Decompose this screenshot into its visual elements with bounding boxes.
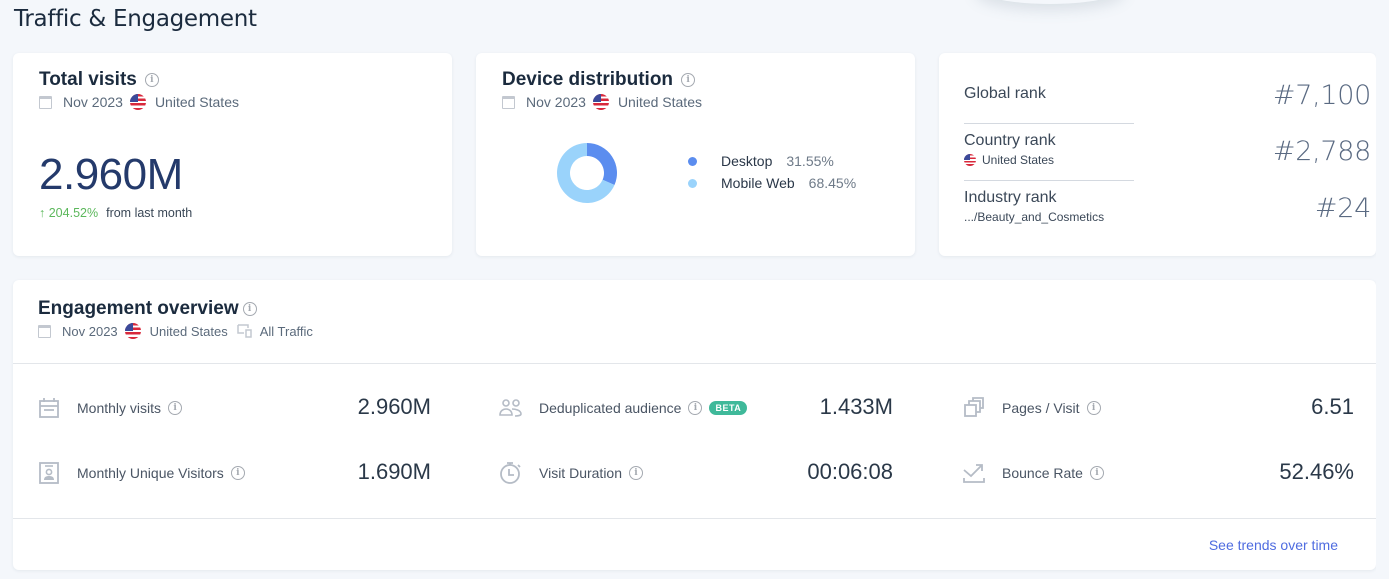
legend-label: Desktop [721,153,773,169]
date-label: Nov 2023 [62,323,118,339]
metric-label: Monthly visits [77,400,162,416]
metric-value-monthly-unique-visitors: 1.690M [357,459,431,484]
sticky-header-shadow [975,0,1125,4]
scroll-gutter [1376,0,1389,579]
metric-deduplicated-audience: Deduplicated audience i BETA [499,393,748,423]
rank-sub-label: United States [982,153,1055,167]
card-filters: Nov 2023 United States All Traffic [38,323,1351,339]
id-badge-icon [37,461,61,485]
info-icon[interactable]: i [681,73,696,87]
rank-sub-label[interactable]: .../Beauty_and_Cosmetics [964,210,1104,224]
metric-value-visit-duration: 00:06:08 [807,459,893,484]
industry-rank-row: Industry rank .../Beauty_and_Cosmetics #… [964,189,1371,224]
country-label: United States [154,94,239,110]
global-rank-value: #7,100 [1272,80,1371,111]
calendar-icon [502,95,515,109]
rank-label: Industry rank [964,189,1057,206]
total-visits-card: Total visits i Nov 2023 United States 2.… [13,53,452,256]
calendar-icon [37,396,61,420]
ranks-card: Global rank #7,100 Country rank United S… [939,53,1376,256]
country-label: United States [617,94,702,110]
legend-label: Mobile Web [721,175,795,191]
info-icon[interactable]: i [629,466,644,480]
section-title: Traffic & Engagement [14,6,257,32]
divider [13,518,1376,519]
device-legend: Desktop 31.55% Mobile Web 68.45% [688,150,856,194]
metric-label: Visit Duration [539,465,623,481]
donut-slice-desktop[interactable] [587,143,617,186]
card-title: Device distribution [502,69,674,90]
engagement-overview-card: Engagement overview i Nov 2023 United St… [13,280,1376,570]
country-rank-row: Country rank United States #2,788 [964,132,1371,167]
industry-rank-value: #24 [1314,193,1371,224]
total-visits-value: 2.960M [39,150,183,199]
beta-badge: BETA [709,401,748,415]
card-title: Total visits [39,69,137,90]
info-icon[interactable]: i [688,401,703,415]
see-trends-link[interactable]: See trends over time [1209,537,1338,553]
calendar-icon [39,95,52,109]
metric-monthly-unique-visitors: Monthly Unique Visitors i [37,458,245,488]
arrow-up-icon: ↑ [39,206,46,220]
info-icon[interactable]: i [168,401,183,415]
metric-value-monthly-visits: 2.960M [357,394,431,419]
date-label: Nov 2023 [63,94,123,110]
info-icon[interactable]: i [1086,401,1101,415]
legend-item-mobile-web: Mobile Web 68.45% [688,172,856,194]
country-label: United States [149,323,228,339]
info-icon[interactable]: i [1089,466,1104,480]
device-distribution-card: Device distribution i Nov 2023 United St… [476,53,915,256]
calendar-icon [38,324,51,338]
metric-value-pages-per-visit: 6.51 [1311,394,1354,419]
legend-value: 31.55% [786,153,834,169]
metric-pages-per-visit: Pages / Visit i [962,393,1101,423]
card-filters: Nov 2023 United States [502,94,889,110]
metric-label: Pages / Visit [1002,400,1080,416]
change-text: from last month [106,206,193,220]
traffic-label: All Traffic [259,323,313,339]
card-filters: Nov 2023 United States [39,94,426,110]
us-flag-icon [592,94,609,110]
stopwatch-icon [499,461,523,485]
legend-dot-desktop [688,156,697,166]
metric-monthly-visits: Monthly visits i [37,393,183,423]
people-icon [499,396,523,420]
divider [964,123,1134,124]
bounce-arrow-icon [962,461,986,485]
info-icon[interactable]: i [242,302,257,316]
us-flag-icon [129,94,146,110]
metric-value-bounce-rate: 52.46% [1279,459,1354,484]
card-title: Engagement overview [38,298,239,319]
date-label: Nov 2023 [526,94,586,110]
change-percent: 204.52% [48,206,99,220]
info-icon[interactable]: i [144,73,159,87]
info-icon[interactable]: i [230,466,245,480]
us-flag-icon [964,154,976,166]
metric-visit-duration: Visit Duration i [499,458,644,488]
divider [964,180,1134,181]
legend-dot-mobile-web [688,178,697,188]
metric-label: Monthly Unique Visitors [77,465,224,481]
devices-icon [236,324,252,338]
donut-svg [557,143,617,203]
us-flag-icon [124,323,141,339]
metric-value-deduplicated-audience: 1.433M [819,394,893,419]
country-rank-value: #2,788 [1272,136,1371,167]
legend-value: 68.45% [808,175,857,191]
global-rank-row: Global rank #7,100 [964,80,1371,111]
device-donut-chart [556,142,618,204]
legend-item-desktop: Desktop 31.55% [688,150,856,172]
metric-label: Bounce Rate [1002,465,1083,481]
metric-bounce-rate: Bounce Rate i [962,458,1104,488]
change-indicator: ↑ 204.52% from last month [39,206,426,220]
metric-label: Deduplicated audience [539,400,682,416]
pages-icon [962,396,986,420]
